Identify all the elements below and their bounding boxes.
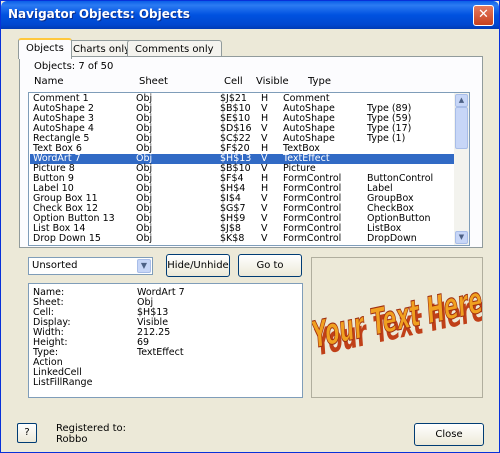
- help-icon: ?: [24, 427, 30, 438]
- column-header-type: Type: [308, 76, 331, 87]
- objects-count: Objects: 7 of 50: [34, 61, 114, 72]
- column-header-sheet: Sheet: [139, 76, 168, 87]
- table-row[interactable]: Drop Down 15 Obj $K$8 V FormControl DropDown: [30, 233, 454, 244]
- objects-list[interactable]: Comment 1 Obj $J$21 H Comment AutoShape 2 Obj $…: [28, 92, 470, 246]
- scroll-down-icon[interactable]: ▼: [455, 231, 468, 244]
- row-name: Drop Down 15: [33, 233, 101, 244]
- go-to-button[interactable]: Go to: [238, 254, 302, 277]
- chevron-down-icon[interactable]: ▼: [137, 259, 151, 273]
- help-button[interactable]: ?: [17, 423, 37, 443]
- row-type: FormControl: [283, 233, 342, 244]
- property-row: ListFillRange: [33, 377, 293, 389]
- window-title: Navigator Objects: Objects: [8, 7, 190, 21]
- tab-objects-label: Objects: [26, 43, 64, 54]
- close-window-button[interactable]: ✕: [473, 5, 494, 26]
- object-preview: Your Text Here Your Text Here: [311, 257, 483, 398]
- title-bar[interactable]: Navigator Objects: Objects ✕: [1, 1, 499, 29]
- row-cell: $K$8: [220, 233, 245, 244]
- go-to-label: Go to: [256, 260, 284, 271]
- column-header-visible: Visible: [256, 76, 289, 87]
- close-button-label: Close: [435, 429, 463, 440]
- column-header-name: Name: [34, 76, 64, 87]
- property-label: ListFillRange: [33, 377, 93, 388]
- row-detail: DropDown: [367, 233, 417, 244]
- close-button[interactable]: Close: [414, 423, 484, 446]
- row-sheet: Obj: [136, 233, 153, 244]
- sort-order-select[interactable]: Unsorted ▼: [28, 257, 153, 275]
- sort-order-value: Unsorted: [32, 260, 78, 271]
- tab-objects[interactable]: Objects: [18, 38, 72, 59]
- list-scrollbar[interactable]: ▲ ▼: [454, 93, 469, 245]
- hide-unhide-button[interactable]: Hide/Unhide: [166, 254, 230, 277]
- row-detail: Type (1): [367, 133, 406, 144]
- scroll-thumb[interactable]: [455, 107, 468, 149]
- column-header-cell: Cell: [224, 76, 243, 87]
- property-value: TextEffect: [137, 347, 184, 358]
- scroll-up-icon[interactable]: ▲: [455, 94, 468, 107]
- wordart-preview-image: Your Text Here Your Text Here: [312, 278, 482, 365]
- hide-unhide-label: Hide/Unhide: [167, 260, 229, 271]
- registered-user: Robbo: [56, 434, 88, 445]
- close-icon: ✕: [478, 7, 489, 22]
- tab-charts-only-label: Charts only: [73, 44, 131, 55]
- object-properties-panel: Name: WordArt 7 Sheet: Obj Cell: $H$13 Display…: [28, 283, 303, 398]
- navigator-objects-dialog: Navigator Objects: Objects ✕ Objects Cha…: [0, 0, 500, 453]
- row-visible: V: [261, 233, 268, 244]
- registered-to-label: Registered to:: [56, 423, 127, 434]
- tab-comments-only-label: Comments only: [135, 44, 214, 55]
